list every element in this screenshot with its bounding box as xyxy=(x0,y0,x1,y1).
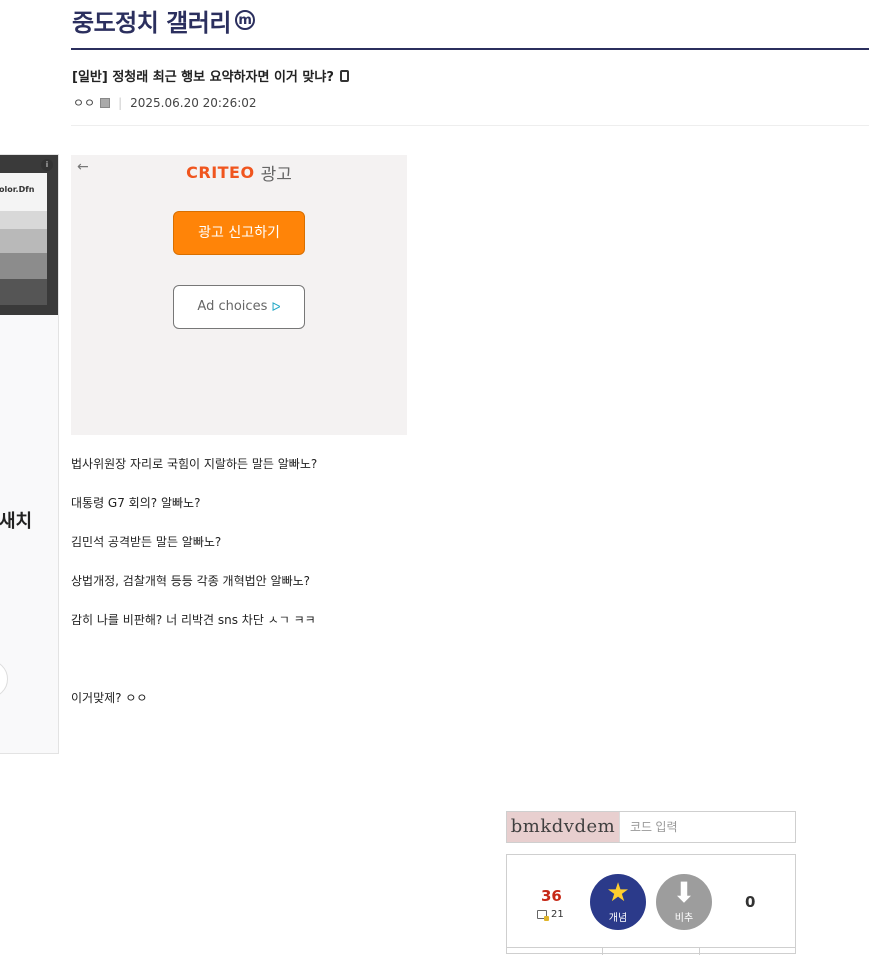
report-ad-button[interactable]: 광고 신고하기 xyxy=(173,211,305,255)
star-icon: ★ xyxy=(606,878,630,908)
ad-brand-header: CRITEO 광고 xyxy=(71,160,407,185)
recommend-box: 36 21 ★ 개념 ⬇ 비추 0 xyxy=(506,854,796,955)
fixed-user-icon xyxy=(537,910,549,921)
post-body-line: 감히 나를 비판해? 너 리박견 sns 차단 ㅅㄱ ㅋㅋ xyxy=(71,613,316,627)
ad-choices-button[interactable]: Ad choices ᐅ xyxy=(173,285,305,329)
post-meta: ㅇㅇ | 2025.06.20 20:26:02 xyxy=(73,94,257,111)
gallery-name[interactable]: 중도정치 갤러리 xyxy=(72,3,231,38)
side-ad-product-image[interactable]: olor.Dfn xyxy=(0,155,58,315)
post-body-line: 상법개정, 검찰개혁 등등 각종 개혁법안 알빠노? xyxy=(71,574,311,588)
downvote-button[interactable]: ⬇ 비추 xyxy=(656,874,712,930)
post-body-line: 김민석 공격받든 말든 알빠노? xyxy=(71,535,222,549)
gallery-title[interactable]: 중도정치 갤러리 m xyxy=(72,2,255,38)
downvote-count: 0 xyxy=(745,893,756,911)
minor-gallery-badge-icon: m xyxy=(234,10,255,30)
post-body-line: 법사위원장 자리로 국힘이 지랄하든 말든 알빠노? xyxy=(71,457,318,471)
downvote-label: 비추 xyxy=(674,913,694,924)
header-divider xyxy=(71,48,869,50)
post-body-line: 이거맞제? ㅇㅇ xyxy=(71,691,148,705)
side-ad-headline[interactable]: 새치 xyxy=(0,507,32,533)
post-datetime: 2025.06.20 20:26:02 xyxy=(130,95,257,110)
post-body-line: 대통령 G7 회의? 알빠노? xyxy=(71,496,201,510)
post-author[interactable]: ㅇㅇ xyxy=(73,94,95,111)
upvote-count: 36 xyxy=(541,887,562,905)
post-title: [일반] 정청래 최근 행보 요약하자면 이거 맞냐? xyxy=(72,66,349,85)
ad-label: 광고 xyxy=(260,165,292,185)
recommend-divider xyxy=(507,947,795,948)
recommend-divider xyxy=(699,947,700,955)
side-ad[interactable]: olor.Dfn 새치 xyxy=(0,154,59,754)
captcha-box: bmkdvdem xyxy=(506,811,796,843)
upvote-button[interactable]: ★ 개념 xyxy=(590,874,646,930)
recommend-divider xyxy=(602,947,603,955)
ad-choices-label: Ad choices xyxy=(197,299,268,314)
mobile-post-icon xyxy=(339,69,349,82)
down-arrow-icon: ⬇ xyxy=(672,876,696,909)
fixed-user-upvotes: 21 xyxy=(537,909,564,921)
ad-choices-icon: ᐅ xyxy=(271,300,281,314)
criteo-logo: CRITEO xyxy=(186,163,255,182)
captcha-code-input[interactable] xyxy=(619,812,795,842)
captcha-image[interactable]: bmkdvdem xyxy=(507,812,619,842)
criteo-ad: ← CRITEO 광고 광고 신고하기 Ad choices ᐅ xyxy=(71,155,407,435)
meta-divider xyxy=(71,125,869,126)
ad-info-icon[interactable]: i xyxy=(41,159,53,171)
upvote-label: 개념 xyxy=(608,913,628,924)
fixed-user-upvote-count: 21 xyxy=(551,909,564,920)
user-type-icon xyxy=(100,97,111,108)
side-ad-brand: olor.Dfn xyxy=(0,185,35,194)
post-title-text: [일반] 정청래 최근 행보 요약하자면 이거 맞냐? xyxy=(72,70,334,85)
meta-separator: | xyxy=(118,95,123,110)
